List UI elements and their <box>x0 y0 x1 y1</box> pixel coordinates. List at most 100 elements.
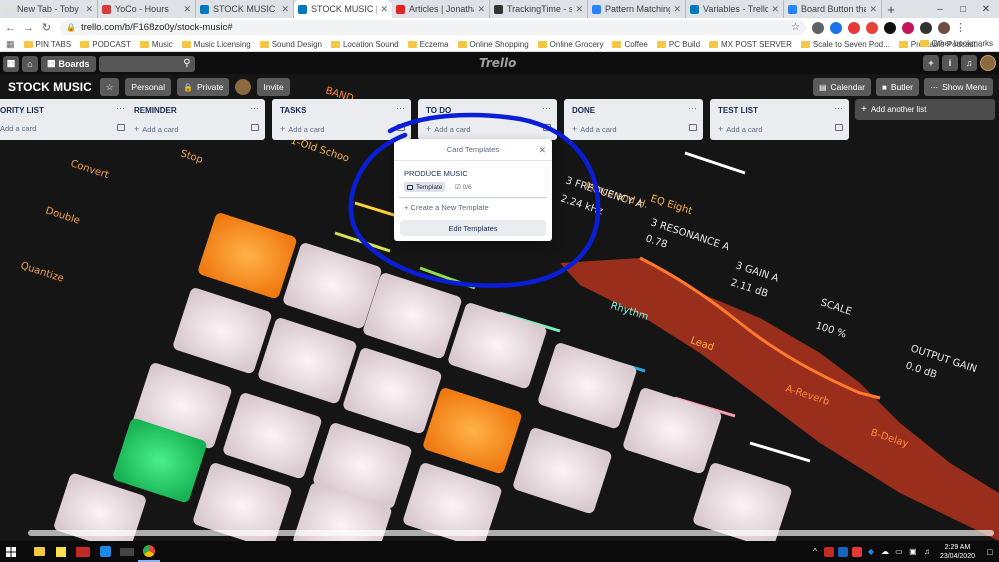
browser-tab[interactable]: Pattern Matching and ...✕ <box>588 0 686 18</box>
browser-tab[interactable]: Board Button that Cre...✕ <box>784 0 882 18</box>
tab-close-icon[interactable]: ✕ <box>477 4 485 15</box>
dropbox-icon[interactable]: ◆ <box>866 547 876 557</box>
tray-app-icon[interactable] <box>823 546 834 557</box>
bookmark-folder[interactable]: PIN TABS <box>23 40 71 49</box>
show-menu-button[interactable]: ⋯ Show Menu <box>924 78 993 96</box>
minimize-icon[interactable]: – <box>929 0 951 18</box>
template-card[interactable]: PRODUCE MUSIC Template ☑ 0/6 <box>399 165 547 197</box>
browser-tab[interactable]: TrackingTime - stoppe...✕ <box>490 0 588 18</box>
close-icon[interactable]: ✕ <box>538 144 546 156</box>
bookmark-star-icon[interactable]: ☆ <box>791 22 800 33</box>
extension-dropbox-icon[interactable] <box>830 21 842 34</box>
profile-avatar[interactable] <box>938 21 950 34</box>
list-menu-icon[interactable]: ⋯ <box>396 103 405 114</box>
list-menu-icon[interactable]: ⋯ <box>834 103 843 114</box>
browser-tab[interactable]: Variables - Trello Help✕ <box>686 0 784 18</box>
browser-tab[interactable]: YoCo - Hours ✕ <box>98 0 196 18</box>
volume-icon[interactable]: ♫ <box>922 547 932 557</box>
bookmark-folder[interactable]: Online Shopping <box>457 40 529 49</box>
add-card-button[interactable]: Add a card <box>0 124 36 133</box>
add-card-button[interactable]: + Add a card <box>572 124 617 134</box>
show-hidden-icons-icon[interactable]: ^ <box>810 547 820 557</box>
apps-grid-icon[interactable]: ▦ <box>3 55 19 72</box>
list-to-do[interactable]: TO DO ⋯ + Add a card <box>418 99 557 140</box>
forward-icon[interactable]: → <box>21 20 36 35</box>
search-input[interactable]: ⚲ <box>98 55 195 72</box>
sticky-notes-icon[interactable] <box>50 541 72 562</box>
bookmark-folder[interactable]: Scale to Seven Pod... <box>800 40 890 49</box>
browser-tab[interactable]: Articles | Jonathan Wri...✕ <box>392 0 490 18</box>
card-template-icon[interactable] <box>689 124 697 131</box>
list-menu-icon[interactable]: ⋯ <box>688 103 697 114</box>
maximize-icon[interactable]: □ <box>952 0 974 18</box>
info-icon[interactable]: i <box>942 55 958 71</box>
cloud-icon[interactable]: ☁ <box>880 547 890 557</box>
apps-shortcut-icon[interactable]: ▦ <box>6 39 15 50</box>
browser-tab[interactable]: STOCK MUSIC | Trello✕ <box>196 0 294 18</box>
edit-templates-button[interactable]: Edit Templates <box>400 220 546 236</box>
extension-dot-icon[interactable] <box>884 21 896 34</box>
add-card-button[interactable]: + Add a card <box>134 124 179 134</box>
board-horizontal-scrollbar[interactable] <box>28 530 994 536</box>
invite-button[interactable]: Invite <box>257 78 290 96</box>
list-reminder[interactable]: REMINDER ⋯ + Add a card <box>126 99 265 140</box>
bookmark-folder[interactable]: PODCAST <box>80 40 131 49</box>
tab-close-icon[interactable]: ✕ <box>869 4 877 15</box>
list-title[interactable]: REMINDER <box>134 106 177 115</box>
system-clock[interactable]: 2:29 AM 23/04/2020 <box>940 543 975 561</box>
maschine-icon[interactable] <box>116 541 138 562</box>
list-test[interactable]: TEST LIST ⋯ + Add a card <box>710 99 849 140</box>
tab-close-icon[interactable]: ✕ <box>380 4 388 15</box>
tab-close-icon[interactable]: ✕ <box>183 4 191 15</box>
add-card-button[interactable]: + Add a card <box>280 124 325 134</box>
team-visibility-button[interactable]: Personal <box>125 78 171 96</box>
home-icon[interactable]: ⌂ <box>22 55 38 72</box>
notifications-bell-icon[interactable]: ♫ <box>961 55 977 71</box>
star-board-button[interactable]: ☆ <box>99 78 120 96</box>
card-template-icon[interactable] <box>543 124 551 131</box>
bookmark-folder[interactable]: Coffee <box>612 40 648 49</box>
privacy-button[interactable]: 🔒 Private <box>176 78 230 96</box>
card-template-icon[interactable] <box>835 124 843 131</box>
list-menu-icon[interactable]: ⋯ <box>116 103 125 114</box>
bookmark-folder[interactable]: Sound Design <box>259 40 322 49</box>
tab-close-icon[interactable]: ✕ <box>281 4 289 15</box>
list-tasks[interactable]: TASKS ⋯ + Add a card <box>272 99 411 140</box>
list-menu-icon[interactable]: ⋯ <box>542 103 551 114</box>
tray-app-icon[interactable] <box>851 546 862 557</box>
list-title[interactable]: TASKS <box>280 106 307 115</box>
back-icon[interactable]: ← <box>3 20 18 35</box>
bookmark-folder[interactable]: Eczema <box>407 40 449 49</box>
list-title[interactable]: ORITY LIST <box>0 106 44 115</box>
card-template-icon[interactable] <box>117 124 125 131</box>
other-bookmarks[interactable]: Other bookmarks <box>919 39 993 48</box>
list-done[interactable]: DONE ⋯ + Add a card <box>564 99 703 140</box>
browser-tab[interactable]: STOCK MUSIC | Trello✕ <box>294 0 392 18</box>
add-another-list-button[interactable]: + Add another list <box>855 99 995 120</box>
bookmark-folder[interactable]: Online Grocery <box>537 40 603 49</box>
user-avatar[interactable] <box>980 55 996 71</box>
notifications-icon[interactable]: □ <box>981 541 999 562</box>
calendar-button[interactable]: ▤ Calendar <box>812 78 872 96</box>
add-card-button[interactable]: + Add a card <box>426 124 471 134</box>
calendar-app-icon[interactable] <box>72 541 94 562</box>
board-title[interactable]: STOCK MUSIC <box>8 80 92 94</box>
list-title[interactable]: TEST LIST <box>718 106 758 115</box>
monitor-icon[interactable]: ▭ <box>894 547 904 557</box>
list-title[interactable]: TO DO <box>426 106 451 115</box>
extension-recorder-icon[interactable] <box>848 21 860 34</box>
extension-gmail-icon[interactable] <box>866 21 878 34</box>
tab-close-icon[interactable]: ✕ <box>673 4 681 15</box>
bookmark-folder[interactable]: MX POST SERVER <box>709 40 792 49</box>
create-plus-icon[interactable]: + <box>923 55 939 71</box>
list-menu-icon[interactable]: ⋯ <box>250 103 259 114</box>
ableton-icon[interactable] <box>94 541 116 562</box>
create-new-template-button[interactable]: + Create a New Template <box>404 203 489 212</box>
tab-close-icon[interactable]: ✕ <box>771 4 779 15</box>
extension-clock-icon[interactable] <box>920 21 932 34</box>
new-tab-icon[interactable]: + <box>882 0 900 18</box>
card-template-icon[interactable] <box>397 124 405 131</box>
extension-shield-icon[interactable] <box>812 21 824 34</box>
network-icon[interactable]: ▣ <box>908 547 918 557</box>
url-bar[interactable]: 🔒 trello.com/b/F168zo0y/stock-music# ☆ <box>60 20 806 35</box>
